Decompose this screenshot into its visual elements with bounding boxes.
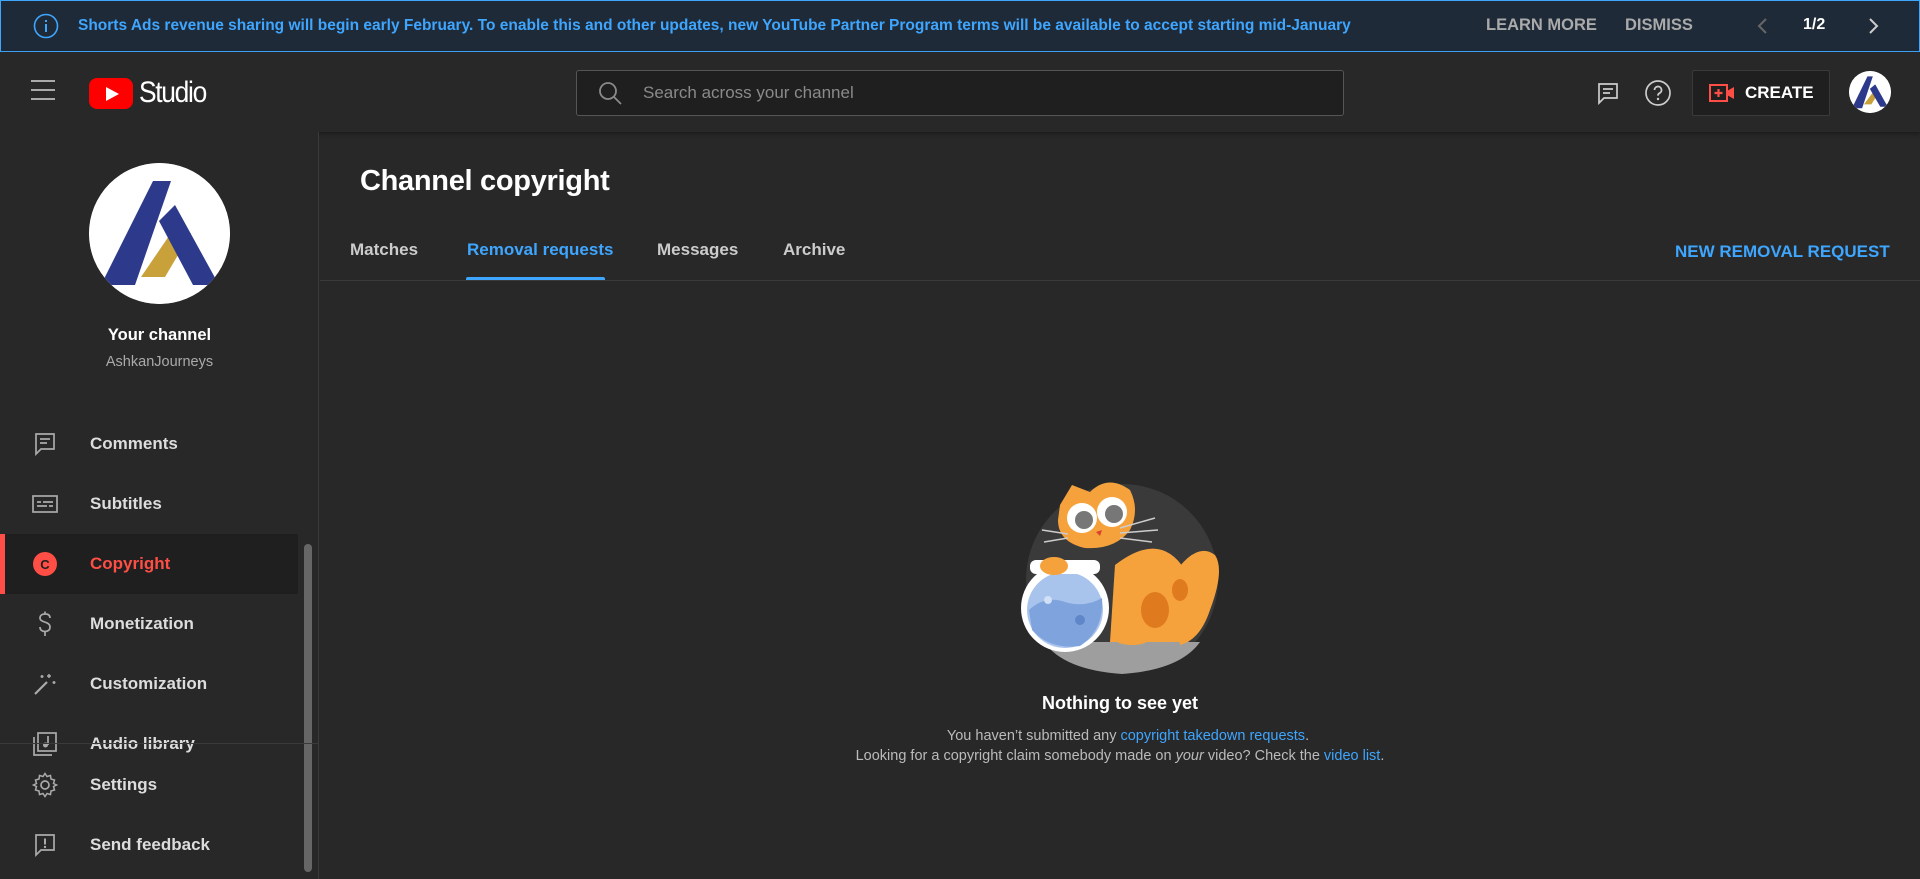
sidebar-item-label: Subtitles [90,494,162,513]
tab-matches[interactable]: Matches [350,240,418,260]
sidebar-scrollbar[interactable] [304,544,312,872]
comments-icon [31,430,59,458]
sidebar-item-monetization[interactable]: Monetization [0,594,298,654]
gear-icon [31,771,59,799]
empty-line2-text: Looking for a copyright claim somebody m… [855,748,1176,764]
search-input[interactable] [643,83,1283,103]
empty-state-line-1: You haven’t submitted any copyright take… [928,728,1328,744]
feedback-icon [31,831,59,859]
chevron-right-icon[interactable] [1861,13,1887,39]
sidebar-item-copyright[interactable]: C Copyright [0,534,298,594]
channel-name: AshkanJourneys [105,354,214,370]
help-icon[interactable] [1643,78,1673,108]
subtitles-icon [31,490,59,518]
empty-state-line-2: Looking for a copyright claim somebody m… [800,748,1440,764]
sidebar-item-label: Audio library [90,734,195,753]
empty-line1-suffix: . [1305,728,1310,744]
info-icon [32,12,60,40]
cat-fishbowl-illustration [1020,470,1225,680]
sidebar-item-comments[interactable]: Comments [0,414,298,474]
sidebar-item-customization[interactable]: Customization [0,654,298,714]
audio-library-icon [31,730,59,758]
tab-removal-requests[interactable]: Removal requests [467,240,613,260]
account-avatar[interactable] [1849,71,1891,113]
sidebar-item-label: Copyright [90,554,171,573]
sidebar-item-label: Customization [90,674,208,693]
copyright-icon: C [31,550,59,578]
chevron-left-icon[interactable] [1749,13,1775,39]
empty-line2-mid: video? Check the [1203,748,1324,764]
empty-line2-emphasis: your [1175,748,1204,764]
video-camera-icon [1709,83,1735,103]
dismiss-button[interactable]: DISMISS [1625,16,1693,35]
messages-icon[interactable] [1593,78,1623,108]
banner-pager: 1/2 [1803,16,1826,33]
sidebar-item-label: Settings [90,775,158,794]
channel-avatar[interactable] [89,163,230,304]
sidebar-item-send-feedback[interactable]: Send feedback [0,815,298,875]
sidebar-divider [0,743,319,744]
svg-text:C: C [40,557,50,572]
announcement-banner: Shorts Ads revenue sharing will begin ea… [0,0,1920,52]
logo-text: Studio [139,76,207,109]
banner-message: Shorts Ads revenue sharing will begin ea… [78,17,1351,34]
learn-more-button[interactable]: LEARN MORE [1486,16,1597,35]
empty-line2-suffix: . [1380,748,1385,764]
create-button[interactable]: CREATE [1692,70,1830,116]
empty-state-title: Nothing to see yet [1041,693,1198,713]
tab-archive[interactable]: Archive [783,240,845,260]
sidebar: Your channel AshkanJourneys Comments Sub… [0,132,319,879]
sidebar-item-settings[interactable]: Settings [0,755,298,815]
magic-wand-icon [31,670,59,698]
page-title: Channel copyright [360,165,610,197]
menu-icon[interactable] [31,80,57,102]
channel-title: Your channel [107,326,212,344]
youtube-logo-icon [89,77,133,109]
dollar-icon [31,610,59,638]
sidebar-item-subtitles[interactable]: Subtitles [0,474,298,534]
tab-messages[interactable]: Messages [657,240,738,260]
create-label: CREATE [1745,83,1814,102]
new-removal-request-button[interactable]: NEW REMOVAL REQUEST [1675,242,1890,262]
studio-logo[interactable]: Studio [89,76,215,110]
search-box[interactable] [576,70,1344,116]
tabs-divider [320,280,1920,281]
empty-line1-text: You haven’t submitted any [946,728,1121,744]
search-icon [597,80,623,106]
sidebar-item-label: Comments [90,434,178,453]
copyright-takedown-requests-link[interactable]: copyright takedown requests [1120,728,1305,744]
video-list-link[interactable]: video list [1324,748,1380,764]
sidebar-item-label: Monetization [90,614,194,633]
sidebar-item-label: Send feedback [90,835,210,854]
top-header: Studio CREATE [0,52,1920,132]
